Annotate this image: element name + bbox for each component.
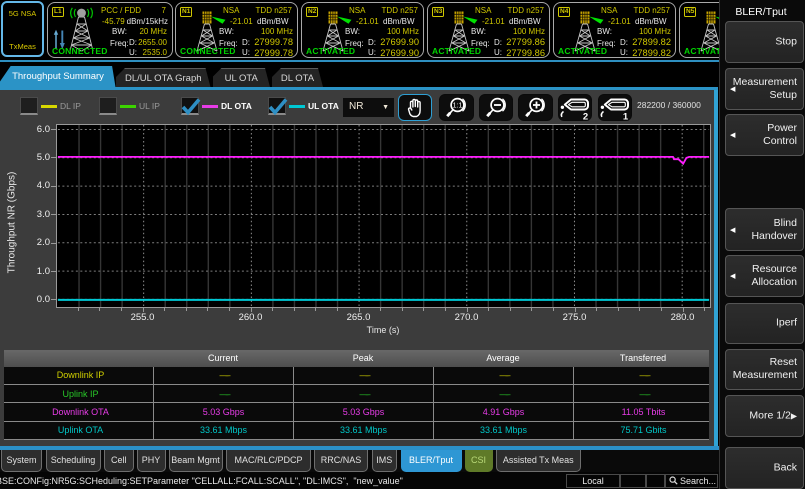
svg-text:1:1: 1:1 — [453, 102, 463, 109]
svg-text:2: 2 — [583, 111, 588, 121]
svg-text:1: 1 — [623, 111, 629, 121]
